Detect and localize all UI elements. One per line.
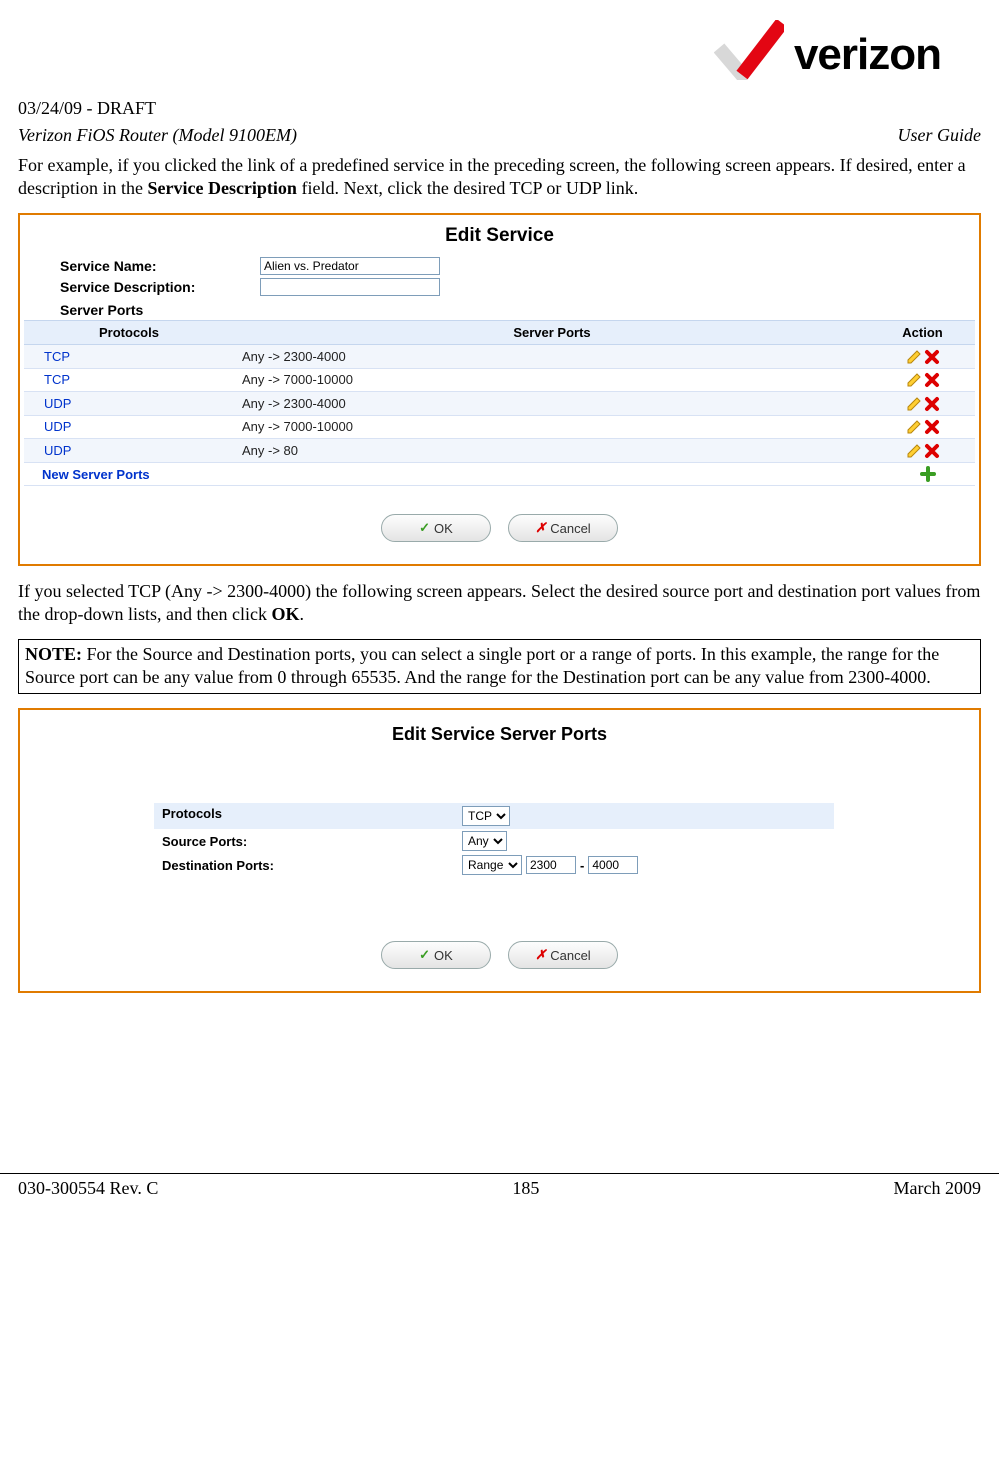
- title-row: Verizon FiOS Router (Model 9100EM) User …: [18, 125, 981, 146]
- service-desc-row: Service Description:: [24, 278, 975, 296]
- x-icon: ✗: [535, 947, 546, 963]
- verizon-logo: verizon: [714, 20, 941, 80]
- note-box: NOTE: For the Source and Destination por…: [18, 639, 981, 694]
- protocols-label: Protocols: [162, 806, 462, 826]
- table-row: UDPAny -> 2300-4000: [24, 392, 975, 416]
- edit-service-panel: Edit Service Service Name: Service Descr…: [18, 213, 981, 566]
- server-ports-label: Server Ports: [24, 302, 975, 318]
- edit-icon[interactable]: [906, 372, 922, 388]
- service-desc-label: Service Description:: [60, 279, 260, 295]
- delete-icon[interactable]: [924, 349, 940, 365]
- brand-text: verizon: [794, 30, 941, 80]
- table-row: TCPAny -> 2300-4000: [24, 345, 975, 369]
- server-ports-table: Protocols Server Ports Action TCPAny -> …: [24, 320, 975, 486]
- source-ports-row: Source Ports: Any: [154, 829, 834, 853]
- button-row: ✓OK ✗Cancel: [24, 486, 975, 560]
- panel-title: Edit Service: [24, 219, 975, 257]
- service-desc-input[interactable]: [260, 278, 440, 296]
- service-name-label: Service Name:: [60, 258, 260, 274]
- edit-icon[interactable]: [906, 419, 922, 435]
- protocol-link[interactable]: UDP: [24, 439, 234, 463]
- cancel-button-2[interactable]: ✗Cancel: [508, 941, 618, 969]
- dash: -: [580, 858, 584, 873]
- protocols-row: Protocols TCP: [154, 803, 834, 829]
- x-icon: ✗: [535, 520, 546, 536]
- dest-from-input[interactable]: [526, 856, 576, 874]
- dest-ports-select[interactable]: Range: [462, 855, 522, 875]
- ports-cell: Any -> 7000-10000: [234, 368, 870, 392]
- ports-cell: Any -> 2300-4000: [234, 392, 870, 416]
- new-server-ports-row: New Server Ports: [24, 462, 975, 486]
- model-name: Verizon FiOS Router (Model 9100EM): [18, 125, 297, 146]
- protocol-link[interactable]: UDP: [24, 392, 234, 416]
- footer-left: 030-300554 Rev. C: [18, 1178, 158, 1199]
- protocol-link[interactable]: TCP: [24, 345, 234, 369]
- table-row: UDPAny -> 80: [24, 439, 975, 463]
- protocol-select[interactable]: TCP: [462, 806, 510, 826]
- button-row-2: ✓OK ✗Cancel: [24, 913, 975, 987]
- edit-icon[interactable]: [906, 443, 922, 459]
- ok-button[interactable]: ✓OK: [381, 514, 491, 542]
- delete-icon[interactable]: [924, 443, 940, 459]
- check-icon: ✓: [419, 947, 430, 963]
- col-action: Action: [870, 321, 975, 345]
- edit-icon[interactable]: [906, 396, 922, 412]
- delete-icon[interactable]: [924, 372, 940, 388]
- page-footer: 030-300554 Rev. C 185 March 2009: [0, 1174, 999, 1219]
- intro-paragraph: For example, if you clicked the link of …: [18, 154, 981, 199]
- source-ports-label: Source Ports:: [162, 834, 462, 849]
- add-icon[interactable]: [920, 466, 936, 482]
- dest-ports-label: Destination Ports:: [162, 858, 462, 873]
- delete-icon[interactable]: [924, 419, 940, 435]
- check-icon: ✓: [419, 520, 430, 536]
- ok-button-2[interactable]: ✓OK: [381, 941, 491, 969]
- delete-icon[interactable]: [924, 396, 940, 412]
- ports-cell: Any -> 2300-4000: [234, 345, 870, 369]
- source-ports-select[interactable]: Any: [462, 831, 507, 851]
- footer-page: 185: [512, 1178, 539, 1199]
- service-name-row: Service Name:: [24, 257, 975, 275]
- edit-icon[interactable]: [906, 349, 922, 365]
- protocol-link[interactable]: TCP: [24, 368, 234, 392]
- logo-area: verizon: [18, 20, 981, 80]
- second-paragraph: If you selected TCP (Any -> 2300-4000) t…: [18, 580, 981, 625]
- edit-server-ports-panel: Edit Service Server Ports Protocols TCP …: [18, 708, 981, 993]
- protocol-link[interactable]: UDP: [24, 415, 234, 439]
- panel2-title: Edit Service Server Ports: [24, 714, 975, 763]
- ports-cell: Any -> 7000-10000: [234, 415, 870, 439]
- col-protocols: Protocols: [24, 321, 234, 345]
- service-name-input[interactable]: [260, 257, 440, 275]
- draft-line: 03/24/09 - DRAFT: [18, 98, 981, 119]
- table-row: TCPAny -> 7000-10000: [24, 368, 975, 392]
- dest-ports-row: Destination Ports: Range -: [154, 853, 834, 877]
- table-row: UDPAny -> 7000-10000: [24, 415, 975, 439]
- dest-to-input[interactable]: [588, 856, 638, 874]
- ports-cell: Any -> 80: [234, 439, 870, 463]
- col-server-ports: Server Ports: [234, 321, 870, 345]
- guide-label: User Guide: [898, 125, 982, 146]
- verizon-check-icon: [714, 20, 784, 80]
- new-server-ports-link[interactable]: New Server Ports: [24, 462, 234, 486]
- footer-date: March 2009: [894, 1178, 981, 1199]
- cancel-button[interactable]: ✗Cancel: [508, 514, 618, 542]
